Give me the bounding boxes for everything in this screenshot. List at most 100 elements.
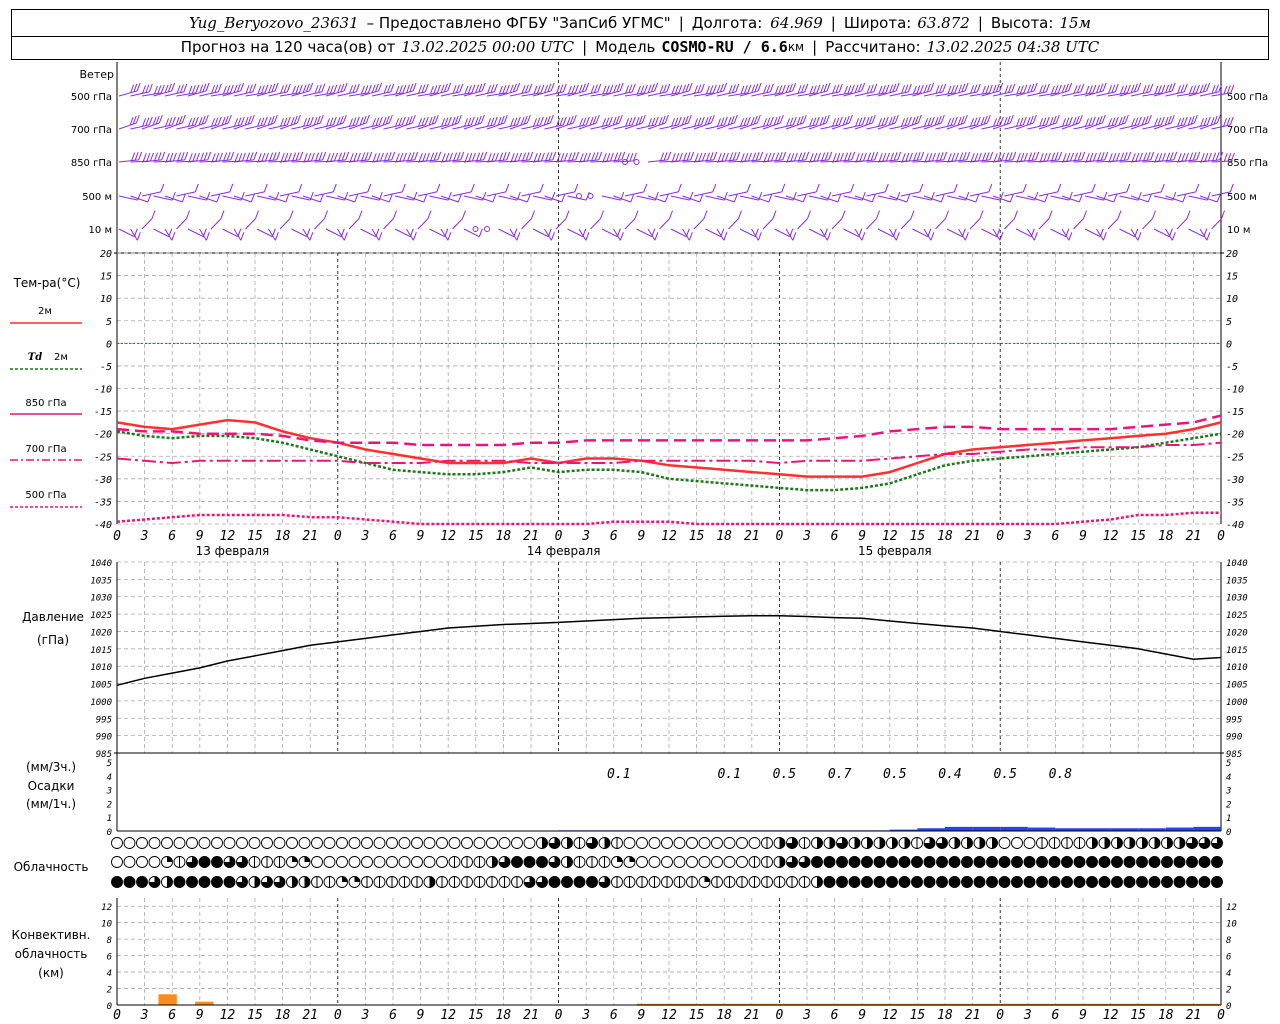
cloud-symbol: [1061, 856, 1073, 868]
wind-barb-feather: [712, 183, 717, 193]
wind-barb: [659, 218, 670, 230]
wind-barb: [624, 191, 644, 197]
wind-barb-feather: [1068, 116, 1073, 126]
wind-barb-feather: [793, 152, 798, 162]
wind-barb-feather: [326, 153, 331, 162]
wind-barb: [348, 218, 360, 230]
wind-barb-feather: [490, 117, 495, 126]
wind-barb-feather: [1126, 84, 1131, 94]
wind-barb-feather: [835, 84, 840, 93]
cloud-circle: [111, 837, 123, 849]
cloud-fill: [1149, 856, 1160, 868]
wind-barb: [762, 218, 774, 230]
wind-barb-feather: [326, 85, 331, 95]
wind-barb-feather: [276, 151, 281, 161]
wind-barb: [1119, 228, 1136, 238]
wind-barb-feather: [861, 82, 866, 92]
wind-barb-feather: [816, 152, 821, 162]
wind-barb-feather: [329, 85, 334, 94]
wind-barb-feather: [192, 152, 197, 162]
cloud-symbol: [261, 837, 273, 849]
wind-barb: [969, 218, 981, 230]
temp-x-tick: 18: [716, 529, 732, 544]
wind-barb-feather: [510, 118, 514, 127]
conv-x-tick: 9: [858, 1008, 866, 1023]
wind-barb-feather: [1051, 152, 1056, 161]
wind-barb-feather: [895, 82, 900, 92]
wind-barb: [774, 228, 791, 238]
cloud-symbol: [848, 856, 861, 868]
cloud-circle: [498, 837, 511, 849]
wind-barb-feather: [885, 152, 890, 162]
cloud-symbol: [111, 856, 123, 868]
wind-barb-feather: [272, 152, 277, 161]
wind-barb-feather: [545, 152, 550, 161]
cloud-fill: [874, 876, 885, 888]
wind-barb-feather: [345, 151, 350, 161]
wind-barb-feather: [493, 83, 498, 93]
wind-barb-feather: [349, 153, 354, 162]
wind-barb-feather: [186, 210, 190, 219]
wind-barb-feather: [1214, 84, 1219, 93]
wind-barb-feather: [1160, 183, 1165, 193]
wind-barb-feather: [479, 152, 484, 161]
conv-x-tick: 9: [637, 1008, 645, 1023]
wind-barb-feather: [571, 152, 576, 161]
cloud-symbol: [723, 837, 736, 849]
cloud-symbol: [1136, 876, 1148, 888]
cloud-symbol: [1011, 856, 1023, 868]
cloud-fill: [1179, 837, 1186, 849]
wind-barb-feather: [467, 117, 472, 126]
cloud-symbol: [748, 837, 761, 849]
pressure-y-tick-left: 1030: [90, 594, 112, 604]
wind-barb-feather: [386, 84, 391, 93]
cloud-symbol: [973, 837, 986, 849]
wind-barb-feather: [733, 114, 738, 124]
wind-barb-feather: [954, 152, 959, 162]
cloud-symbol: [436, 837, 448, 849]
wind-barb-feather: [329, 117, 334, 126]
cloud-circle: [648, 856, 661, 868]
cloud-symbol: [111, 876, 123, 888]
cloud-symbol: [961, 837, 973, 849]
temp-y-tick-left: 20: [100, 249, 112, 260]
wind-barb-feather: [533, 85, 538, 95]
wind-barb: [314, 191, 334, 197]
cloud-circle: [336, 856, 348, 868]
cloud-symbol: [323, 837, 336, 849]
wind-barb: [912, 228, 929, 238]
wind-barb-feather: [505, 84, 510, 94]
wind-barb-feather: [871, 114, 876, 124]
wind-barb-feather: [1008, 152, 1013, 161]
wind-barb-feather: [1171, 82, 1176, 92]
wind-barb-feather: [1077, 152, 1082, 161]
cloud-symbol: [211, 837, 223, 849]
wind-barb-feather: [375, 117, 380, 126]
wind-barb-feather: [234, 153, 239, 162]
cloud-fill: [199, 856, 210, 868]
wind-barb-feather: [752, 152, 757, 161]
wind-barb-feather: [1068, 82, 1073, 92]
wind-barb-feather: [1019, 117, 1024, 126]
cloud-fill: [617, 856, 623, 862]
cloud-fill: [124, 876, 135, 888]
wind-barb: [659, 191, 679, 197]
wind-barb-feather: [636, 85, 641, 95]
cloud-circle: [136, 856, 148, 868]
wind-barb-feather: [142, 85, 146, 94]
wind-barb-feather: [913, 152, 918, 161]
wind-barb-feather: [867, 152, 872, 161]
wind-barb-feather: [131, 152, 136, 161]
wind-barb-feather: [263, 183, 268, 193]
cloud-symbol: [261, 876, 273, 888]
wind-barb: [693, 191, 713, 197]
wind-barb-feather: [424, 83, 429, 93]
cloud-fill: [954, 837, 960, 849]
wind-barb-feather: [1221, 210, 1225, 219]
cloud-circle: [623, 837, 636, 849]
wind-barb-feather: [878, 85, 883, 95]
wind-barb-feather: [372, 118, 376, 127]
wind-barb-feather: [1089, 152, 1094, 162]
conv-x-tick: 15: [910, 1008, 926, 1023]
cloud-symbol: [136, 837, 148, 849]
